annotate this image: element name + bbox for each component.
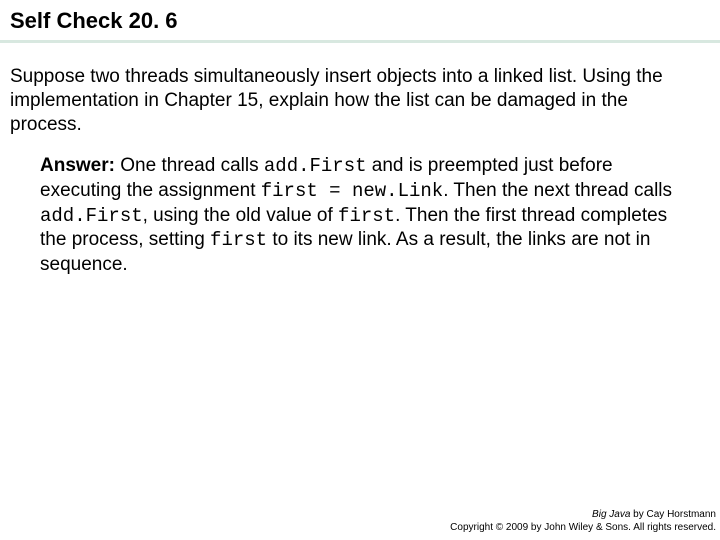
code-addfirst-1: add.First	[264, 155, 367, 177]
code-first-1: first	[338, 205, 395, 227]
answer-block: Answer: One thread calls add.First and i…	[10, 136, 704, 277]
book-author: by Cay Horstmann	[630, 509, 716, 520]
slide-header: Self Check 20. 6	[0, 0, 720, 43]
code-addfirst-2: add.First	[40, 205, 143, 227]
answer-part1: One thread calls	[115, 155, 264, 176]
question-text: Suppose two threads simultaneously inser…	[10, 65, 704, 136]
footer-copyright: Copyright © 2009 by John Wiley & Sons. A…	[450, 522, 716, 535]
answer-text: Answer: One thread calls add.First and i…	[40, 154, 694, 277]
answer-label: Answer:	[40, 155, 115, 176]
slide-title: Self Check 20. 6	[10, 8, 710, 34]
slide-content: Suppose two threads simultaneously inser…	[0, 43, 720, 278]
footer-line1: Big Java by Cay Horstmann	[450, 509, 716, 522]
book-title: Big Java	[592, 509, 630, 520]
slide-footer: Big Java by Cay Horstmann Copyright © 20…	[450, 509, 716, 534]
code-first-2: first	[210, 229, 267, 251]
code-assignment: first = new.Link	[261, 180, 443, 202]
answer-part3: . Then the next thread calls	[443, 180, 672, 201]
answer-part4: , using the old value of	[143, 205, 338, 226]
